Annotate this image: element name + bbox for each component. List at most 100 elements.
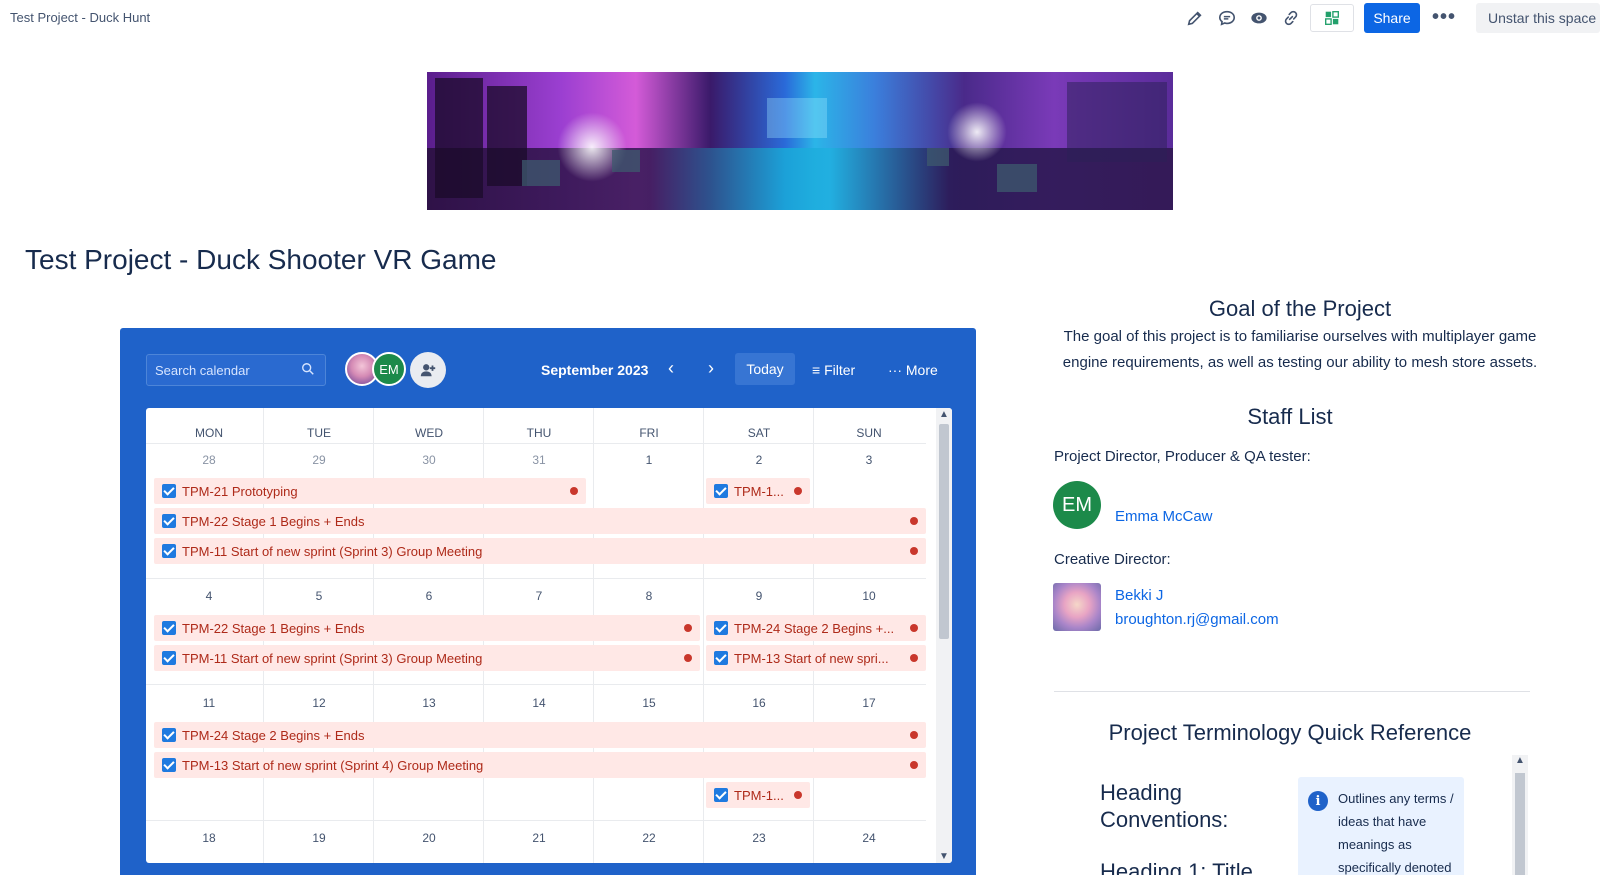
date-cell[interactable]: 21 — [484, 831, 594, 845]
unstar-space-button[interactable]: Unstar this space — [1476, 3, 1600, 33]
date-cell[interactable]: 11 — [154, 696, 264, 710]
calendar-event[interactable]: TPM-21 Prototyping — [154, 478, 586, 504]
heading-conventions-title: Heading Conventions: — [1100, 780, 1229, 832]
avatar-emma[interactable]: EM — [1053, 481, 1101, 529]
date-cell[interactable]: 15 — [594, 696, 704, 710]
date-cell[interactable]: 18 — [154, 831, 264, 845]
date-cell[interactable]: 16 — [704, 696, 814, 710]
date-cell[interactable]: 10 — [814, 589, 924, 603]
pencil-icon[interactable] — [1184, 7, 1206, 29]
filter-button[interactable]: ≡ Filter — [812, 362, 855, 378]
avatar-em[interactable]: EM — [372, 352, 406, 386]
date-cell[interactable]: 9 — [704, 589, 814, 603]
calendar-search-input[interactable]: Search calendar — [146, 354, 326, 386]
date-cell[interactable]: 4 — [154, 589, 264, 603]
event-label: TPM-22 Stage 1 Begins + Ends — [182, 620, 365, 636]
checkbox-icon — [162, 621, 176, 635]
today-button[interactable]: Today — [735, 353, 795, 385]
date-cell[interactable]: 20 — [374, 831, 484, 845]
calendar-event[interactable]: TPM-24 Stage 2 Begins +... — [706, 615, 926, 641]
priority-dot-icon — [910, 731, 918, 739]
date-cell[interactable]: 5 — [264, 589, 374, 603]
calendar-event[interactable]: TPM-11 Start of new sprint (Sprint 3) Gr… — [154, 538, 926, 564]
add-user-icon[interactable] — [410, 352, 446, 388]
user-link-bekki[interactable]: Bekki J — [1115, 587, 1163, 604]
avatar-bekki-profile[interactable] — [1053, 583, 1101, 631]
date-cell[interactable]: 29 — [264, 453, 374, 467]
calendar-event[interactable]: TPM-1... — [706, 782, 810, 808]
date-cell[interactable]: 6 — [374, 589, 484, 603]
date-cell[interactable]: 17 — [814, 696, 924, 710]
date-cell[interactable]: 22 — [594, 831, 704, 845]
day-header-thu: THU — [526, 426, 552, 440]
more-label: More — [905, 362, 938, 378]
scrollbar-thumb[interactable] — [1515, 773, 1525, 875]
breadcrumb-title[interactable]: Test Project - Duck Hunt — [10, 10, 150, 25]
checkbox-icon — [162, 758, 176, 772]
checkbox-icon — [162, 728, 176, 742]
checkbox-icon — [162, 484, 176, 498]
search-icon — [301, 362, 315, 379]
calendar-event[interactable]: TPM-24 Stage 2 Begins + Ends — [154, 722, 926, 748]
date-cell[interactable]: 7 — [484, 589, 594, 603]
chevron-right-icon[interactable]: › — [708, 358, 714, 379]
day-header-wed: WED — [415, 426, 443, 440]
comment-icon[interactable] — [1216, 7, 1238, 29]
priority-dot-icon — [910, 654, 918, 662]
more-actions-icon[interactable]: ••• — [1432, 6, 1456, 29]
row-divider — [146, 578, 926, 579]
user-link-emma[interactable]: Emma McCaw — [1115, 508, 1213, 525]
staff-list-heading: Staff List — [1247, 404, 1333, 429]
calendar-event[interactable]: TPM-1... — [706, 478, 810, 504]
calendar-event[interactable]: TPM-22 Stage 1 Begins + Ends — [154, 615, 700, 641]
row-divider — [146, 443, 926, 444]
date-cell[interactable]: 31 — [484, 453, 594, 467]
date-cell[interactable]: 19 — [264, 831, 374, 845]
top-bar: Test Project - Duck Hunt Share ••• Unsta… — [0, 0, 1600, 36]
calendar-event[interactable]: TPM-13 Start of new sprint (Sprint 4) Gr… — [154, 752, 926, 778]
date-cell[interactable]: 13 — [374, 696, 484, 710]
filter-label: Filter — [824, 362, 856, 378]
day-header-sat: SAT — [747, 426, 771, 440]
calendar-event[interactable]: TPM-13 Start of new spri... — [706, 645, 926, 671]
goal-heading: Goal of the Project — [1208, 296, 1392, 321]
date-cell[interactable]: 23 — [704, 831, 814, 845]
email-link-bekki[interactable]: broughton.rj@gmail.com — [1115, 611, 1279, 628]
day-header-tue: TUE — [307, 426, 331, 440]
info-panel-text: Outlines any terms / ideas that have mea… — [1338, 791, 1454, 875]
calendar-event[interactable]: TPM-22 Stage 1 Begins + Ends — [154, 508, 926, 534]
share-button[interactable]: Share — [1364, 3, 1420, 33]
date-cell[interactable]: 12 — [264, 696, 374, 710]
date-cell[interactable]: 14 — [484, 696, 594, 710]
link-icon[interactable] — [1280, 7, 1302, 29]
terminology-scrollbar[interactable]: ▲ — [1512, 755, 1528, 875]
chevron-up-icon[interactable]: ▲ — [939, 409, 949, 420]
date-cell[interactable]: 30 — [374, 453, 484, 467]
chevron-left-icon[interactable]: ‹ — [668, 358, 674, 379]
date-cell[interactable]: 1 — [594, 453, 704, 467]
app-icon[interactable] — [1310, 4, 1354, 32]
calendar-event[interactable]: TPM-11 Start of new sprint (Sprint 3) Gr… — [154, 645, 700, 671]
date-cell[interactable]: 2 — [704, 453, 814, 467]
calendar-search-placeholder: Search calendar — [155, 363, 250, 378]
eye-icon[interactable] — [1248, 7, 1270, 29]
calendar-more-button[interactable]: ··· More — [888, 362, 938, 378]
calendar-scrollbar[interactable]: ▲ ▼ — [936, 408, 952, 863]
date-cell[interactable]: 3 — [814, 453, 924, 467]
chevron-down-icon[interactable]: ▼ — [939, 851, 949, 862]
scrollbar-thumb[interactable] — [939, 424, 949, 639]
section-divider — [1054, 691, 1530, 692]
event-label: TPM-13 Start of new spri... — [734, 650, 889, 666]
day-header-sun: SUN — [856, 426, 882, 440]
chevron-up-icon[interactable]: ▲ — [1515, 755, 1525, 766]
date-cell[interactable]: 8 — [594, 589, 704, 603]
event-label: TPM-11 Start of new sprint (Sprint 3) Gr… — [182, 650, 483, 666]
ellipsis-icon: ··· — [888, 362, 906, 378]
info-icon: i — [1308, 791, 1328, 811]
goal-text: The goal of this project is to familiari… — [1062, 328, 1538, 371]
event-label: TPM-1... — [734, 483, 784, 499]
date-cell[interactable]: 24 — [814, 831, 924, 845]
event-label: TPM-1... — [734, 787, 784, 803]
checkbox-icon — [714, 788, 728, 802]
date-cell[interactable]: 28 — [154, 453, 264, 467]
